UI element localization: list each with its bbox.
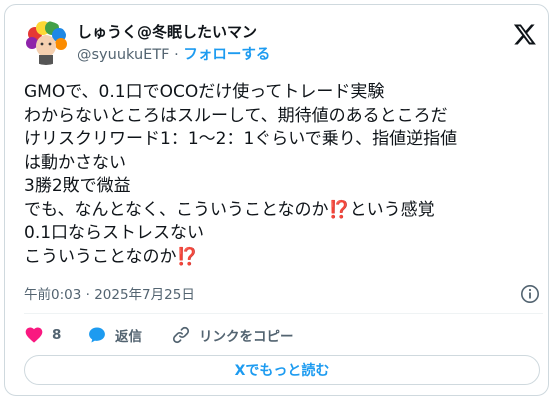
tweet-line: でも、なんとなく、こういうことなのか⁉️という感覚 — [24, 199, 544, 223]
follow-button[interactable]: フォローする — [183, 47, 270, 63]
copy-link-button[interactable]: リンクをコピー — [171, 324, 294, 346]
tweet-line: こういうことなのか⁉️ — [24, 246, 544, 270]
interrobang-emoji: ⁉️ — [328, 199, 350, 220]
like-button[interactable]: 8 — [24, 324, 61, 346]
tweet-line: 3勝2敗で微益 — [24, 176, 131, 196]
tweet-text-segment: こういうことなのか — [24, 246, 177, 267]
timestamp[interactable]: 午前0:03 · 2025年7月25日 — [24, 286, 195, 304]
author-handle[interactable]: @syuukuETF — [77, 47, 170, 63]
separator: · — [174, 47, 179, 63]
tweet-text-segment: という感覚 — [349, 199, 435, 220]
reply-button[interactable]: 返信 — [87, 324, 142, 346]
avatar-image — [24, 21, 68, 65]
interrobang-emoji: ⁉️ — [176, 246, 198, 267]
author-handle-line: @syuukuETF · フォローする — [77, 45, 270, 65]
tweet-text-segment: でも、なんとなく、こういうことなのか — [24, 199, 329, 220]
speech-bubble-icon — [89, 327, 105, 343]
avatar[interactable] — [24, 21, 68, 65]
copy-link-label: リンクをコピー — [199, 329, 294, 345]
tweet-line: わからないところはスルーして、期待値のあるところだ — [24, 105, 448, 126]
tweet-text: GMOで、0.1口でOCOだけ使ってトレード実験 わからないところはスルーして、… — [24, 81, 544, 269]
heart-icon — [25, 327, 43, 343]
author-name[interactable]: しゅうく@冬眠したいマン — [77, 22, 257, 42]
tweet-line: けリスクリワード1：1〜2：1ぐらいで乗り、指値逆指値 — [24, 129, 458, 149]
reply-label: 返信 — [115, 329, 142, 345]
like-count: 8 — [52, 327, 62, 343]
tweet-line: 0.1口ならストレスない — [24, 223, 205, 243]
x-logo-icon[interactable] — [513, 22, 537, 46]
tweet-card: しゅうく@冬眠したいマン @syuukuETF · フォローする GMOで、0.… — [4, 4, 549, 396]
read-more-button[interactable]: Xでもっと読む — [24, 355, 540, 385]
link-icon — [172, 326, 190, 344]
tweet-line: は動かさない — [24, 152, 126, 173]
divider — [24, 313, 543, 314]
tweet-line: GMOで、0.1口でOCOだけ使ってトレード実験 — [24, 82, 385, 102]
info-icon[interactable] — [520, 284, 540, 304]
